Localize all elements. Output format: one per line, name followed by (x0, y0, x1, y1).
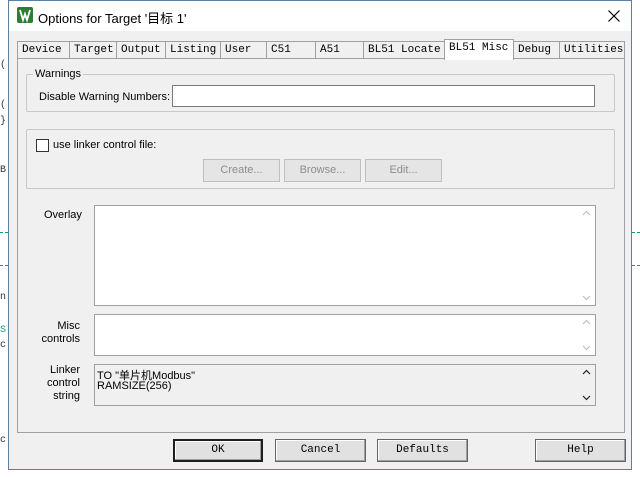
background-editor-line (0, 265, 8, 266)
background-editor-fragment: ( (0, 60, 7, 71)
linker-string-scrollbar[interactable] (578, 365, 595, 405)
scroll-down-icon (582, 345, 591, 351)
misc-controls-label-line2: controls (41, 333, 80, 345)
scroll-up-icon (582, 319, 591, 325)
window-title: Options for Target '目标 1' (38, 11, 187, 26)
tab-listing[interactable]: Listing (165, 41, 221, 59)
linker-control-string-textarea[interactable]: TO "单片机Modbus" RAMSIZE(256) (94, 364, 596, 406)
help-button[interactable]: Help (535, 439, 626, 462)
tab-bl51-locate[interactable]: BL51 Locate (363, 41, 445, 59)
overlay-textarea[interactable] (94, 205, 596, 306)
misc-controls-scrollbar[interactable] (578, 315, 595, 355)
overlay-scrollbar[interactable] (578, 206, 595, 305)
misc-controls-textarea[interactable] (94, 314, 596, 356)
background-editor-fragment: B (0, 165, 7, 176)
tab-device[interactable]: Device (17, 41, 70, 59)
bl51-misc-panel: Warnings Disable Warning Numbers: use li… (17, 58, 625, 433)
use-linker-control-checkbox[interactable] (36, 139, 49, 152)
keil-app-icon (17, 7, 33, 23)
tab-a51[interactable]: A51 (315, 41, 364, 59)
background-editor-fragment: } (0, 116, 7, 127)
tab-c51[interactable]: C51 (266, 41, 316, 59)
tab-bl51-misc[interactable]: BL51 Misc (444, 39, 514, 60)
title-bar[interactable]: Options for Target '目标 1' (9, 1, 631, 31)
misc-controls-label-line1: Misc (57, 320, 80, 332)
linker-string-label-line3: string (53, 390, 80, 402)
scroll-up-icon (582, 369, 591, 375)
cancel-button[interactable]: Cancel (275, 439, 366, 462)
linker-string-label-line1: Linker (50, 364, 80, 376)
linker-string-label-line2: control (46, 377, 80, 389)
tab-output[interactable]: Output (116, 41, 166, 59)
options-dialog: Options for Target '目标 1' Device Target … (8, 0, 632, 470)
background-editor-line (632, 232, 640, 233)
disable-warnings-input[interactable] (172, 85, 595, 107)
tab-target[interactable]: Target (69, 41, 117, 59)
background-editor-fragment: S (0, 325, 7, 336)
background-editor-fragment: c (0, 340, 7, 351)
close-button[interactable] (597, 1, 631, 31)
browse-button[interactable]: Browse... (284, 159, 361, 182)
defaults-button[interactable]: Defaults (377, 439, 468, 462)
background-editor-fragment: n (0, 292, 7, 303)
background-editor-line (632, 265, 640, 266)
warnings-group-label: Warnings (33, 68, 84, 80)
scroll-down-icon (582, 395, 591, 401)
use-linker-control-label[interactable]: use linker control file: (53, 139, 156, 151)
scroll-up-icon (582, 210, 591, 216)
background-editor-fragment: ( (0, 100, 7, 111)
tab-bar: Device Target Output Listing User C51 A5… (17, 39, 625, 60)
create-button[interactable]: Create... (203, 159, 280, 182)
tab-user[interactable]: User (220, 41, 267, 59)
close-icon (608, 10, 620, 22)
edit-button[interactable]: Edit... (365, 159, 442, 182)
linker-string-line: RAMSIZE(256) (97, 380, 172, 392)
background-editor-line (0, 232, 8, 233)
tab-utilities[interactable]: Utilities (559, 41, 625, 59)
ok-button[interactable]: OK (173, 439, 263, 462)
background-editor-fragment: c (0, 435, 7, 446)
overlay-label: Overlay (44, 209, 82, 221)
disable-warnings-label: Disable Warning Numbers: (39, 91, 171, 103)
tab-debug[interactable]: Debug (513, 41, 560, 59)
scroll-down-icon (582, 295, 591, 301)
